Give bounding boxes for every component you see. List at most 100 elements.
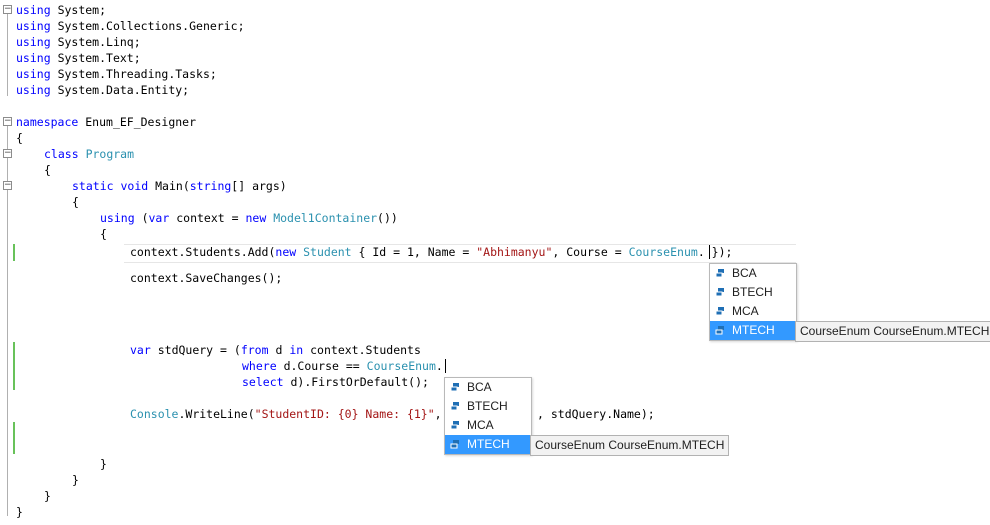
keyword: static	[72, 179, 114, 193]
code-line-active[interactable]: context.Students.Add(new Student { Id = …	[130, 244, 732, 260]
enum-member-icon	[450, 440, 459, 449]
completion-item[interactable]: MCA	[710, 302, 796, 321]
code-line: }	[44, 488, 51, 504]
code-text: d	[275, 343, 283, 357]
completion-item[interactable]: MCA	[445, 416, 531, 435]
completion-item-selected[interactable]: MTECH	[445, 435, 531, 454]
change-indicator	[13, 422, 15, 454]
namespace-ref: System;	[57, 3, 107, 17]
completion-item-selected[interactable]: MTECH	[710, 321, 796, 340]
keyword: using	[16, 3, 51, 17]
completion-item[interactable]: BCA	[710, 264, 796, 283]
intellisense-list[interactable]: BCA BTECH MCA MTECH	[709, 263, 797, 341]
code-line: using System.Threading.Tasks;	[16, 66, 217, 82]
code-line: using System;	[16, 2, 106, 18]
fold-guide	[7, 14, 8, 96]
method-args: [] args)	[231, 179, 287, 193]
namespace-ref: System.Collections.Generic;	[57, 19, 245, 33]
text-caret	[445, 359, 446, 373]
code-line: static void Main(string[] args)	[72, 178, 287, 194]
code-line: var stdQuery = (from d in context.Studen…	[130, 342, 421, 358]
keyword: using	[16, 35, 51, 49]
code-line: using (var context = new Model1Container…	[100, 210, 398, 226]
keyword: var	[130, 343, 151, 357]
keyword: void	[120, 179, 149, 193]
type-name: Model1Container	[273, 211, 378, 225]
enum-member-icon	[715, 307, 724, 316]
completion-label: MTECH	[467, 437, 510, 451]
code-text: , stdQuery.Name);	[537, 407, 655, 421]
keyword: var	[148, 211, 170, 225]
type-name: Console	[130, 407, 179, 421]
brace: {	[72, 195, 79, 209]
brace: {	[44, 163, 51, 177]
code-text: .	[435, 359, 443, 373]
code-text: .	[697, 245, 705, 259]
keyword: class	[44, 147, 79, 161]
keyword: using	[100, 211, 135, 225]
change-indicator	[13, 244, 15, 261]
code-text: context.Students	[310, 343, 421, 357]
code-line: namespace Enum_EF_Designer	[16, 114, 196, 130]
keyword: string	[189, 179, 232, 193]
code-text: ,	[434, 407, 442, 421]
enum-member-icon	[450, 383, 459, 392]
keyword: where	[242, 359, 277, 373]
paren: (	[141, 211, 149, 225]
code-line-active[interactable]: where d.Course == CourseEnum.	[242, 358, 443, 374]
code-line: {	[72, 194, 79, 210]
code-text: d.Course ==	[283, 359, 367, 373]
collapse-icon[interactable]: −	[3, 149, 12, 158]
completion-item[interactable]: BCA	[445, 378, 531, 397]
enum-member-icon	[715, 288, 724, 297]
collapse-icon[interactable]: −	[3, 181, 12, 190]
keyword: using	[16, 67, 51, 81]
code-text: d).FirstOrDefault();	[290, 375, 429, 389]
enum-member-icon	[450, 402, 459, 411]
completion-label: BTECH	[732, 285, 773, 299]
brace: }	[72, 473, 79, 487]
code-line: select d).FirstOrDefault();	[242, 374, 429, 390]
completion-label: BCA	[467, 380, 492, 394]
keyword: new	[245, 211, 267, 225]
keyword: namespace	[16, 115, 79, 129]
type-name: Student	[303, 245, 352, 259]
collapse-icon[interactable]: −	[3, 5, 12, 14]
code-text: , Course =	[552, 245, 629, 259]
collapse-icon[interactable]: −	[3, 117, 12, 126]
keyword: from	[240, 343, 269, 357]
string-literal: "Abhimanyu"	[476, 245, 553, 259]
keyword: new	[275, 245, 297, 259]
keyword: select	[242, 375, 284, 389]
enum-member-icon	[715, 326, 724, 335]
string-literal: "StudentID: {0} Name: {1}"	[254, 407, 435, 421]
namespace-ref: System.Linq;	[57, 35, 141, 49]
code-line: }	[72, 472, 79, 488]
keyword: using	[16, 19, 51, 33]
code-line: using System.Text;	[16, 50, 141, 66]
completion-label: BTECH	[467, 399, 508, 413]
quickinfo-tooltip: CourseEnum CourseEnum.MTECH	[530, 435, 730, 456]
code-text: context.SaveChanges();	[130, 271, 283, 285]
intellisense-list[interactable]: BCA BTECH MCA MTECH	[444, 377, 532, 455]
code-line: using System.Collections.Generic;	[16, 18, 245, 34]
type-name: CourseEnum	[366, 359, 436, 373]
brace: }	[100, 457, 107, 471]
code-line: {	[16, 130, 23, 146]
brace: }	[16, 505, 23, 519]
method-signature: Main(	[155, 179, 190, 193]
keyword: using	[16, 83, 51, 97]
code-text: .WriteLine(	[178, 407, 255, 421]
text-caret	[709, 245, 710, 259]
completion-label: MTECH	[732, 323, 775, 337]
completion-item[interactable]: BTECH	[445, 397, 531, 416]
code-line: {	[44, 162, 51, 178]
code-line: context.SaveChanges();	[130, 270, 282, 286]
code-text: stdQuery = (	[157, 343, 241, 357]
code-line: , stdQuery.Name);	[537, 406, 655, 422]
namespace-ref: System.Threading.Tasks;	[57, 67, 217, 81]
keyword: using	[16, 51, 51, 65]
completion-item[interactable]: BTECH	[710, 283, 796, 302]
code-line: using System.Data.Entity;	[16, 82, 189, 98]
keyword: in	[289, 343, 304, 357]
